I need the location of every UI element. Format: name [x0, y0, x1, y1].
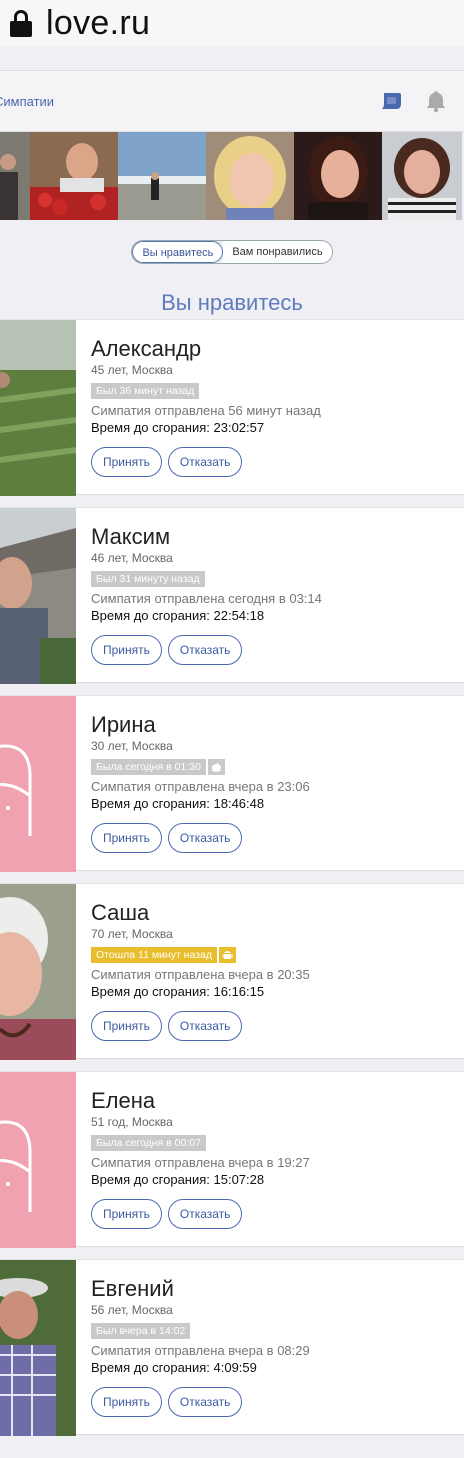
like-card[interactable]: Максим 46 лет, Москва Был 31 минуту наза…: [0, 507, 464, 684]
user-name[interactable]: Евгений: [91, 1276, 454, 1302]
likes-toggle[interactable]: Вы нравитесь Вам понравились: [131, 240, 333, 264]
decline-button[interactable]: Отказать: [167, 447, 243, 477]
bell-icon[interactable]: [424, 89, 448, 113]
browser-url-bar[interactable]: love.ru: [0, 0, 464, 46]
avatar-placeholder-icon[interactable]: [0, 696, 76, 872]
accept-button[interactable]: Принять: [91, 447, 162, 477]
user-name[interactable]: Елена: [91, 1088, 454, 1114]
sent-time: Симпатия отправлена сегодня в 03:14: [91, 591, 322, 606]
avatar-placeholder-icon[interactable]: [0, 1072, 76, 1248]
avatar[interactable]: [0, 884, 76, 1060]
photo-strip[interactable]: [0, 132, 464, 220]
tab-you-liked[interactable]: Вам понравились: [223, 241, 332, 263]
accept-button[interactable]: Принять: [91, 635, 162, 665]
accept-button[interactable]: Принять: [91, 1011, 162, 1041]
strip-photo[interactable]: [382, 132, 462, 220]
user-name[interactable]: Максим: [91, 524, 454, 550]
expire-timer: Время до сгорания: 4:09:59: [91, 1360, 257, 1375]
age-city: 56 лет, Москва: [91, 1303, 173, 1317]
decline-button[interactable]: Отказать: [167, 635, 243, 665]
strip-photo[interactable]: [294, 132, 382, 220]
strip-photo[interactable]: [118, 132, 206, 220]
age-city: 30 лет, Москва: [91, 739, 173, 753]
user-name[interactable]: Ирина: [91, 712, 454, 738]
strip-photo[interactable]: [206, 132, 294, 220]
expire-timer: Время до сгорания: 23:02:57: [91, 420, 265, 435]
lock-icon: [10, 10, 32, 37]
tab-you-are-liked[interactable]: Вы нравитесь: [132, 241, 224, 263]
strip-photo[interactable]: [0, 132, 30, 220]
android-icon: [218, 946, 236, 963]
sent-time: Симпатия отправлена вчера в 20:35: [91, 967, 310, 982]
user-name[interactable]: Александр: [91, 336, 454, 362]
app-header: Симпатии: [0, 70, 464, 132]
accept-button[interactable]: Принять: [91, 1387, 162, 1417]
decline-button[interactable]: Отказать: [167, 823, 243, 853]
nav-sympathies-link[interactable]: Симпатии: [0, 94, 54, 109]
avatar[interactable]: [0, 1260, 76, 1436]
strip-photo[interactable]: [30, 132, 118, 220]
sent-time: Симпатия отправлена вчера в 19:27: [91, 1155, 310, 1170]
status-badge: Был 36 минут назад: [91, 382, 200, 399]
apple-icon: [207, 758, 225, 775]
like-card[interactable]: Елена 51 год, Москва Была сегодня в 00:0…: [0, 1071, 464, 1248]
age-city: 45 лет, Москва: [91, 363, 173, 377]
expire-timer: Время до сгорания: 15:07:28: [91, 1172, 265, 1187]
expire-timer: Время до сгорания: 22:54:18: [91, 608, 265, 623]
user-name[interactable]: Саша: [91, 900, 454, 926]
avatar[interactable]: [0, 320, 76, 496]
like-card[interactable]: Евгений 56 лет, Москва Был вчера в 14:02…: [0, 1259, 464, 1436]
chat-icon[interactable]: [380, 90, 402, 112]
status-badge: Был вчера в 14:02: [91, 1322, 191, 1339]
like-card[interactable]: Саша 70 лет, Москва Отошла 11 минут наза…: [0, 883, 464, 1060]
status-badge: Был 31 минуту назад: [91, 570, 205, 587]
age-city: 51 год, Москва: [91, 1115, 173, 1129]
avatar[interactable]: [0, 508, 76, 684]
expire-timer: Время до сгорания: 16:16:15: [91, 984, 265, 999]
accept-button[interactable]: Принять: [91, 823, 162, 853]
decline-button[interactable]: Отказать: [167, 1011, 243, 1041]
like-card[interactable]: Александр 45 лет, Москва Был 36 минут на…: [0, 319, 464, 496]
age-city: 46 лет, Москва: [91, 551, 173, 565]
expire-timer: Время до сгорания: 18:46:48: [91, 796, 265, 811]
sent-time: Симпатия отправлена вчера в 08:29: [91, 1343, 310, 1358]
url-text: love.ru: [46, 3, 151, 42]
status-badge: Отошла 11 минут назад: [91, 946, 217, 963]
decline-button[interactable]: Отказать: [167, 1387, 243, 1417]
status-badge: Была сегодня в 00:07: [91, 1134, 206, 1151]
like-card[interactable]: Ирина 30 лет, Москва Была сегодня в 01:3…: [0, 695, 464, 872]
accept-button[interactable]: Принять: [91, 1199, 162, 1229]
sent-time: Симпатия отправлена 56 минут назад: [91, 403, 321, 418]
decline-button[interactable]: Отказать: [167, 1199, 243, 1229]
sent-time: Симпатия отправлена вчера в 23:06: [91, 779, 310, 794]
age-city: 70 лет, Москва: [91, 927, 173, 941]
status-badge: Была сегодня в 01:30: [91, 758, 206, 775]
